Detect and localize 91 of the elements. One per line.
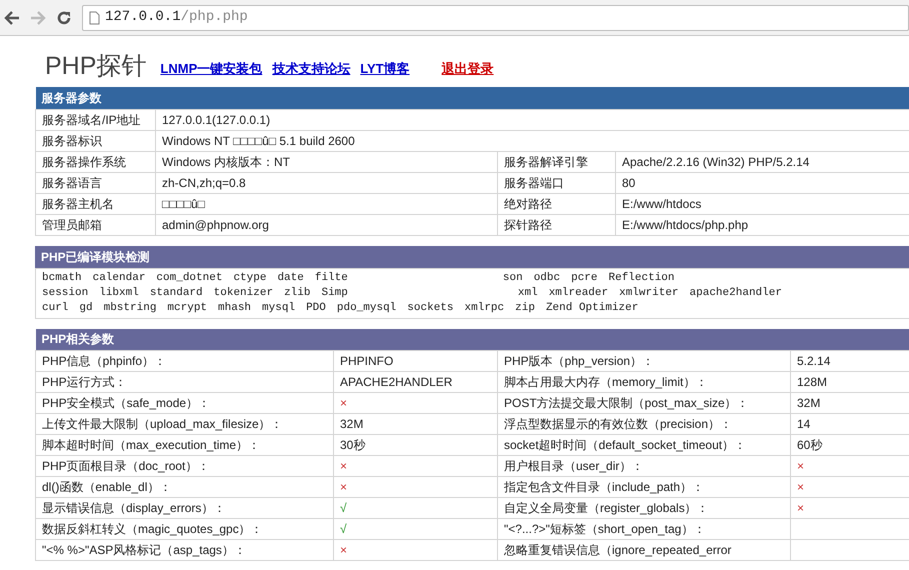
table-cell: APACHE2HANDLER [334, 372, 498, 392]
table-cell: 指定包含文件目录（include_path）： [498, 476, 790, 498]
module-name: sockets [407, 300, 454, 316]
table-cell: admin@phpnow.org [156, 214, 498, 235]
table-cell: 用户根目录（user_dir）： [498, 456, 790, 476]
page-title: PHP探针 [45, 54, 146, 79]
logout-link[interactable]: 退出登录 [442, 58, 494, 79]
table-cell: 服务器主机名 [36, 193, 156, 214]
module-name: Simp [321, 286, 348, 300]
table-cell: 服务器操作系统 [36, 151, 156, 172]
table-cell: 绝对路径 [498, 193, 616, 214]
back-icon[interactable] [4, 10, 20, 24]
table-cell: 上传文件最大限制（upload_max_filesize）： [36, 414, 334, 434]
table-cell: 127.0.0.1(127.0.0.1) [156, 109, 909, 130]
table-cell: 浮点型数据显示的有效位数（precision）： [498, 414, 790, 434]
module-name: mysql [262, 300, 296, 316]
module-name: gd [79, 300, 93, 316]
table-cell: 服务器标识 [36, 130, 156, 151]
module-name: standard [150, 286, 203, 300]
table-cell: socket超时时间（default_socket_timeout）： [498, 434, 790, 456]
nav-link[interactable]: LNMP一键安装包 [160, 58, 262, 79]
table-cell: 5.2.14 [790, 350, 909, 372]
table-cell: Windows 内核版本：NT [156, 151, 498, 172]
module-name: pcre [571, 270, 598, 286]
table-cell: × [334, 476, 498, 498]
table-cell: dl()函数（enable_dl）： [36, 476, 334, 498]
module-name: filte [314, 270, 348, 286]
module-name: xmlrpc [464, 300, 504, 316]
module-name: ctype [233, 270, 266, 286]
table-cell: zh-CN,zh;q=0.8 [156, 172, 498, 193]
module-name: xmlwriter [619, 286, 679, 300]
module-name: mbstring [104, 300, 156, 316]
table-cell: PHPINFO [334, 350, 498, 372]
section-header: 服务器参数 [36, 87, 909, 109]
table-cell: 脚本占用最大内存（memory_limit）： [498, 372, 790, 392]
module-name: odbc [534, 270, 560, 286]
table-cell: 服务器端口 [498, 172, 616, 193]
table-cell: × [334, 540, 498, 560]
section-header: PHP相关参数 [36, 328, 909, 350]
table-cell: 服务器解译引擎 [498, 151, 616, 172]
table-cell: PHP版本（php_version）： [498, 350, 790, 372]
module-name: xml [518, 286, 538, 300]
module-name: curl [42, 300, 68, 316]
module-name: calendar [92, 270, 146, 286]
table-cell: 自定义全局变量（register_globals）： [498, 498, 790, 518]
page-icon [89, 10, 100, 24]
section-header: PHP已编译模块检测 [35, 246, 909, 268]
table-cell: √ [334, 518, 498, 540]
table-cell: PHP运行方式： [36, 372, 334, 392]
table-cell: 显示错误信息（display_errors）： [36, 498, 334, 518]
nav-link[interactable]: LYT博客 [360, 58, 410, 79]
module-name: tokenizer [214, 286, 274, 300]
module-name: date [277, 270, 304, 286]
table-cell: "<% %>"ASP风格标记（asp_tags）： [36, 540, 334, 560]
table-cell: 探针路径 [498, 214, 616, 235]
table-cell: □□□□û□ [156, 193, 498, 214]
table-cell: "<?...?>"短标签（short_open_tag）： [498, 518, 790, 540]
table-cell: × [334, 392, 498, 414]
table-cell: 服务器语言 [36, 172, 156, 193]
module-name: libxml [99, 286, 139, 300]
table-cell: 数据反斜杠转义（magic_quotes_gpc）： [36, 518, 334, 540]
table-cell: 忽略重复错误信息（ignore_repeated_error [498, 540, 790, 560]
table-cell: 脚本超时时间（max_execution_time）： [36, 434, 334, 456]
table-cell: PHP安全模式（safe_mode）： [36, 392, 334, 414]
module-name: com_dotnet [156, 270, 222, 286]
url-text: 127.0.0.1/php.php [105, 8, 248, 27]
reload-icon[interactable] [56, 10, 72, 26]
table-cell: PHP信息（phpinfo）： [36, 350, 334, 372]
address-bar[interactable]: 127.0.0.1/php.php [82, 4, 909, 30]
module-name: bcmath [42, 270, 82, 286]
module-name: session [42, 286, 88, 300]
module-name: apache2handler [690, 286, 782, 300]
module-name: PDO [306, 300, 326, 316]
module-name: xmlreader [548, 286, 608, 300]
module-name: mhash [218, 300, 252, 316]
module-name: son [502, 270, 523, 286]
module-name: zip [515, 300, 535, 316]
table-cell: × [334, 456, 498, 476]
table-cell: PHP页面根目录（doc_root）： [36, 456, 334, 476]
module-name: zlib [284, 286, 310, 300]
table-cell: 30秒 [334, 434, 498, 456]
table-cell: √ [334, 498, 498, 518]
table-cell: 管理员邮箱 [36, 214, 156, 235]
nav-link[interactable]: 技术支持论坛 [272, 58, 350, 79]
module-name: mcrypt [167, 300, 208, 316]
table-cell: 服务器域名/IP地址 [36, 109, 156, 130]
module-name: Zend Optimizer [546, 300, 638, 316]
table-cell: POST方法提交最大限制（post_max_size）： [498, 392, 790, 414]
module-name: Reflection [608, 270, 675, 286]
module-name: pdo_mysql [336, 300, 396, 316]
table-cell: 32M [334, 414, 498, 434]
